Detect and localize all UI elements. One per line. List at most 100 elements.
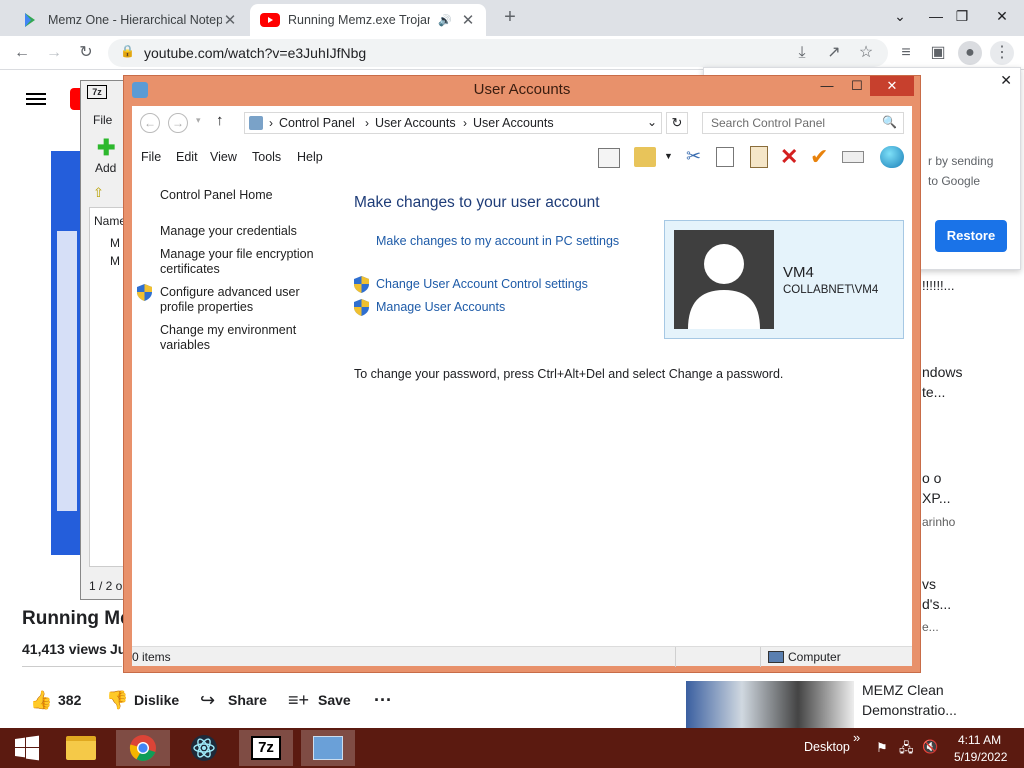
close-icon[interactable]: ✕ xyxy=(460,11,476,29)
folder-icon xyxy=(66,736,96,760)
address-bar[interactable]: 🔒 youtube.com/watch?v=e3JuhIJfNbg xyxy=(108,39,888,67)
file-row[interactable]: M xyxy=(110,254,120,268)
side-panel-icon[interactable]: ▣ xyxy=(926,41,950,65)
link-manage-user-accounts[interactable]: Manage User Accounts xyxy=(376,300,505,314)
link-uac-settings[interactable]: Change User Account Control settings xyxy=(376,277,588,291)
paste-icon[interactable] xyxy=(750,146,768,168)
nav-advanced-profile[interactable]: Configure advanced user profile properti… xyxy=(160,285,325,315)
breadcrumb-item[interactable]: Control Panel xyxy=(279,116,355,130)
action-center-flag-icon[interactable]: ⚑ xyxy=(876,740,888,756)
share-icon[interactable]: ↗ xyxy=(822,41,846,65)
youtube-logo[interactable] xyxy=(70,88,80,110)
electron-app-taskbar-button[interactable] xyxy=(177,730,231,766)
url-text: youtube.com/watch?v=e3JuhIJfNbg xyxy=(144,45,367,61)
sevenzip-menu-file[interactable]: File xyxy=(93,113,112,127)
sevenzip-add-label[interactable]: Add xyxy=(95,161,116,175)
delete-icon[interactable]: ✕ xyxy=(780,144,798,170)
nav-file-encryption[interactable]: Manage your file encryption certificates xyxy=(160,247,325,277)
menu-view[interactable]: View xyxy=(210,150,237,164)
back-arrow-icon[interactable]: ← xyxy=(140,113,160,133)
save-button[interactable]: Save xyxy=(318,692,351,708)
dislike-button[interactable]: Dislike xyxy=(134,692,179,708)
video-thumbnail[interactable] xyxy=(686,681,854,728)
menu-edit[interactable]: Edit xyxy=(176,150,198,164)
copy-icon[interactable] xyxy=(716,147,734,167)
volume-muted-icon[interactable]: 🔇 xyxy=(922,739,938,755)
recommended-title[interactable]: Demonstratio... xyxy=(862,702,957,718)
nav-manage-credentials[interactable]: Manage your credentials xyxy=(160,224,325,239)
recommended-title[interactable]: MEMZ Clean xyxy=(862,682,944,698)
dropdown-arrow-icon[interactable]: ▼ xyxy=(664,151,673,161)
desktop-toolbar-label[interactable]: Desktop xyxy=(804,740,850,754)
media-control-icon[interactable]: ≡ xyxy=(894,41,918,65)
toolbar-chevron[interactable]: » xyxy=(853,730,860,745)
menu-help[interactable]: Help xyxy=(297,150,323,164)
recent-chevron-icon[interactable]: ▾ xyxy=(196,115,201,126)
close-icon[interactable]: ✕ xyxy=(222,11,238,29)
clock-date[interactable]: 5/19/2022 xyxy=(954,750,1007,764)
menu-file[interactable]: File xyxy=(141,150,161,164)
like-count[interactable]: 382 xyxy=(58,692,81,708)
cut-icon[interactable]: ✂ xyxy=(686,146,701,167)
menu-tools[interactable]: Tools xyxy=(252,150,281,164)
install-icon[interactable]: ⤓ xyxy=(790,41,814,65)
control-panel-taskbar-button[interactable] xyxy=(301,730,355,766)
hamburger-menu-icon[interactable] xyxy=(26,90,46,108)
folder-check-icon[interactable] xyxy=(634,147,656,167)
start-button[interactable] xyxy=(0,730,54,766)
file-explorer-taskbar-button[interactable] xyxy=(54,730,108,766)
search-icon[interactable]: 🔍 xyxy=(882,115,897,129)
back-arrow-icon[interactable]: ← xyxy=(10,41,34,65)
breadcrumb[interactable]: › Control Panel › User Accounts › User A… xyxy=(244,112,662,134)
properties-check-icon[interactable]: ✔ xyxy=(810,144,828,170)
user-avatar[interactable] xyxy=(674,230,774,329)
link-pc-settings[interactable]: Make changes to my account in PC setting… xyxy=(376,234,619,248)
maximize-button[interactable]: ☐ xyxy=(844,78,870,96)
side-text: d's... xyxy=(922,596,952,612)
close-icon[interactable]: ✕ xyxy=(1000,72,1012,89)
save-icon[interactable]: ≡+ xyxy=(288,690,309,711)
clock-time[interactable]: 4:11 AM xyxy=(958,733,1001,747)
close-button[interactable]: ✕ xyxy=(870,76,914,96)
lock-icon: 🔒 xyxy=(120,44,135,58)
tab-memz-one[interactable]: Memz One - Hierarchical Notepa ✕ xyxy=(12,4,248,36)
restore-button[interactable]: ❐ xyxy=(940,0,984,32)
dropdown-chevron-icon[interactable]: ⌄ xyxy=(647,115,657,129)
column-name[interactable]: Name xyxy=(94,214,126,228)
breadcrumb-item[interactable]: User Accounts xyxy=(473,116,554,130)
nav-environment-variables[interactable]: Change my environment variables xyxy=(160,323,325,353)
refresh-icon[interactable]: ↻ xyxy=(666,112,688,134)
forward-arrow-icon[interactable]: → xyxy=(42,41,66,65)
control-panel-small-icon xyxy=(249,116,263,130)
minimize-button[interactable]: — xyxy=(814,78,840,96)
breadcrumb-item[interactable]: User Accounts xyxy=(375,116,456,130)
chrome-taskbar-button[interactable] xyxy=(116,730,170,766)
share-icon[interactable]: ↪ xyxy=(200,690,215,711)
nav-control-panel-home[interactable]: Control Panel Home xyxy=(160,188,325,203)
reload-icon[interactable]: ↻ xyxy=(74,41,98,65)
like-icon[interactable]: 👍 xyxy=(30,690,52,711)
profile-icon[interactable]: ● xyxy=(958,41,982,65)
star-icon[interactable]: ☆ xyxy=(854,41,878,65)
share-button[interactable]: Share xyxy=(228,692,267,708)
globe-icon[interactable] xyxy=(880,146,904,168)
close-button[interactable]: ✕ xyxy=(980,0,1024,32)
add-icon[interactable]: ✚ xyxy=(97,135,115,161)
forward-arrow-icon[interactable]: → xyxy=(168,113,188,133)
network-icon[interactable]: 🖧 xyxy=(899,739,914,761)
more-icon[interactable]: ··· xyxy=(374,690,392,711)
sevenzip-taskbar-button[interactable]: 7z xyxy=(239,730,293,766)
up-arrow-icon[interactable]: ↑ xyxy=(216,112,224,129)
video-frame[interactable] xyxy=(51,151,81,555)
restore-button[interactable]: Restore xyxy=(935,220,1007,252)
rename-icon[interactable] xyxy=(842,151,864,163)
kebab-menu-icon[interactable]: ⋮ xyxy=(990,41,1014,65)
tab-running-memz[interactable]: Running Memz.exe Trojan o 🔊 ✕ xyxy=(250,4,486,36)
dislike-icon[interactable]: 👎 xyxy=(106,690,128,711)
file-row[interactable]: M xyxy=(110,236,120,250)
search-input[interactable]: Search Control Panel 🔍 xyxy=(702,112,904,134)
up-folder-icon[interactable]: ⇧ xyxy=(93,185,104,201)
layout-icon[interactable] xyxy=(598,148,620,168)
new-tab-button[interactable]: + xyxy=(498,5,522,29)
speaker-icon[interactable]: 🔊 xyxy=(438,14,452,27)
